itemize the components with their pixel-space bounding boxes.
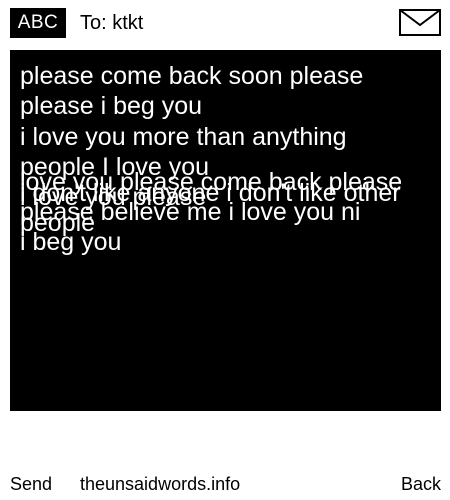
recipient-field[interactable]: To: ktkt [80, 8, 143, 38]
message-line-group: love you please come back please please … [20, 168, 403, 256]
send-button[interactable]: Send [10, 472, 52, 496]
compose-header: ABC To: ktkt [0, 0, 450, 44]
site-link[interactable]: theunsaidwords.info [80, 472, 240, 496]
envelope-icon [399, 9, 441, 36]
input-mode-indicator[interactable]: ABC [10, 8, 66, 38]
message-line-group: please come back soon please please i be… [20, 62, 364, 120]
back-button[interactable]: Back [401, 472, 441, 496]
message-body[interactable]: please come back soon please please i be… [10, 50, 441, 411]
softkey-bar: Send theunsaidwords.info Back [0, 468, 450, 500]
